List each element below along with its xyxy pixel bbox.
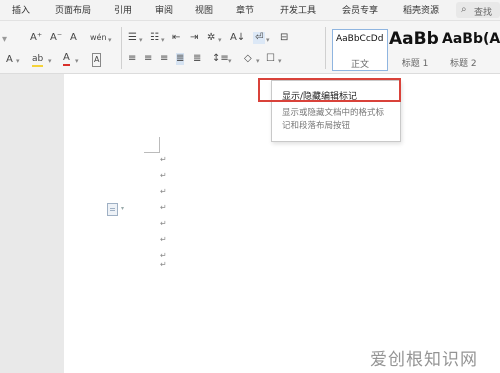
shrink-font-button[interactable]: A⁻	[50, 32, 62, 44]
chevron-down-icon[interactable]: ▾	[256, 55, 260, 67]
menu-bar: 插入 页面布局 引用 审阅 视图 章节 开发工具 会员专享 稻壳资源 ⌕ 查找	[0, 0, 500, 21]
chevron-down-icon[interactable]: ▾	[161, 34, 165, 46]
chinese-layout-icon[interactable]: ✲	[207, 32, 215, 44]
align-right-icon[interactable]: ≡	[160, 53, 168, 65]
chevron-down-icon[interactable]: ▾	[278, 55, 282, 67]
clear-format-button[interactable]: A	[70, 32, 77, 44]
menu-developer[interactable]: 开发工具	[280, 3, 316, 16]
ribbon-toolbar: ▾ A⁺ A⁻ A wén ▾ A ▾ ab ▾ A ▾ A ☰ ▾ ☷ ▾ ⇤…	[0, 21, 500, 74]
chevron-down-icon[interactable]: ▾	[121, 205, 124, 212]
highlight-box	[258, 78, 401, 102]
menu-chapter[interactable]: 章节	[236, 3, 254, 16]
phonetic-guide-button[interactable]: wén	[90, 32, 107, 44]
ribbon-separator	[121, 27, 122, 69]
style-normal[interactable]: AaBbCcDd 正文	[332, 29, 388, 71]
paragraph-mark: ↵	[160, 203, 167, 212]
menu-references[interactable]: 引用	[114, 3, 132, 16]
paragraph-mark: ↵	[160, 260, 167, 269]
table-border-icon[interactable]: ⊟	[280, 32, 288, 44]
chevron-down-icon[interactable]: ▾	[228, 55, 232, 67]
justify-icon[interactable]: ≣	[176, 53, 185, 65]
font-color-button[interactable]: A	[63, 52, 70, 66]
text-effect-button[interactable]: A	[6, 54, 13, 66]
shading-icon[interactable]: ◇	[244, 53, 252, 65]
chevron-down-icon[interactable]: ▾	[266, 34, 270, 46]
search-icon: ⌕	[461, 4, 467, 15]
chevron-down-icon[interactable]: ▾	[139, 34, 143, 46]
chevron-down-icon[interactable]: ▾	[108, 34, 112, 46]
menu-docer-resources[interactable]: 稻壳资源	[403, 3, 439, 16]
chevron-down-icon[interactable]: ▾	[75, 55, 79, 67]
margin-corner-mark	[159, 137, 160, 153]
paragraph-layout-icon[interactable]	[107, 203, 118, 216]
menu-review[interactable]: 审阅	[155, 3, 173, 16]
paragraph-mark: ↵	[160, 251, 167, 260]
grow-font-button[interactable]: A⁺	[30, 32, 42, 44]
style-sample: AaBbCcDd	[336, 34, 384, 44]
sort-icon[interactable]: A↓	[230, 32, 245, 44]
align-center-icon[interactable]: ≡	[144, 53, 152, 65]
increase-indent-icon[interactable]: ⇥	[190, 32, 198, 44]
chevron-down-icon[interactable]: ▾	[16, 55, 20, 67]
dropdown-arrow-icon[interactable]: ▾	[2, 34, 7, 46]
tooltip-description: 显示或隐藏文档中的格式标记和段落布局按钮	[282, 108, 385, 131]
paragraph-mark: ↵	[160, 219, 167, 228]
paragraph-mark: ↵	[160, 155, 167, 164]
search-label: 查找	[474, 8, 493, 18]
style-sample: AaBb(A	[442, 31, 500, 47]
style-heading-2[interactable]: AaBb(A 标题 2	[442, 29, 500, 69]
menu-insert[interactable]: 插入	[12, 3, 30, 16]
menu-view[interactable]: 视图	[195, 3, 213, 16]
highlight-button[interactable]: ab	[32, 53, 44, 67]
show-hide-marks-icon[interactable]: ⏎	[253, 32, 266, 44]
menu-page-layout[interactable]: 页面布局	[55, 3, 91, 16]
menu-member[interactable]: 会员专享	[342, 3, 378, 16]
numbered-list-icon[interactable]: ☷	[150, 32, 159, 44]
chevron-down-icon[interactable]: ▾	[218, 34, 222, 46]
style-label: 标题 1	[401, 59, 429, 69]
ribbon-separator	[325, 27, 326, 69]
margin-corner-mark	[144, 152, 160, 153]
style-sample: AaBb	[389, 29, 439, 49]
watermark: 爱创根知识网	[370, 350, 478, 370]
border-icon[interactable]: ☐	[266, 53, 275, 65]
bullet-list-icon[interactable]: ☰	[128, 32, 137, 44]
style-heading-1[interactable]: AaBb 标题 1	[389, 29, 441, 69]
paragraph-mark: ↵	[160, 171, 167, 180]
distributed-align-icon[interactable]: ≣	[193, 53, 201, 65]
line-spacing-icon[interactable]: ↕≡	[212, 53, 229, 65]
style-label: 标题 2	[450, 59, 477, 69]
search-box[interactable]: ⌕ 查找	[456, 2, 500, 18]
decrease-indent-icon[interactable]: ⇤	[172, 32, 180, 44]
paragraph-mark: ↵	[160, 235, 167, 244]
style-label: 正文	[350, 60, 369, 70]
align-left-icon[interactable]: ≡	[128, 53, 136, 65]
chevron-down-icon[interactable]: ▾	[48, 55, 52, 67]
paragraph-mark: ↵	[160, 187, 167, 196]
char-border-button[interactable]: A	[92, 53, 102, 67]
